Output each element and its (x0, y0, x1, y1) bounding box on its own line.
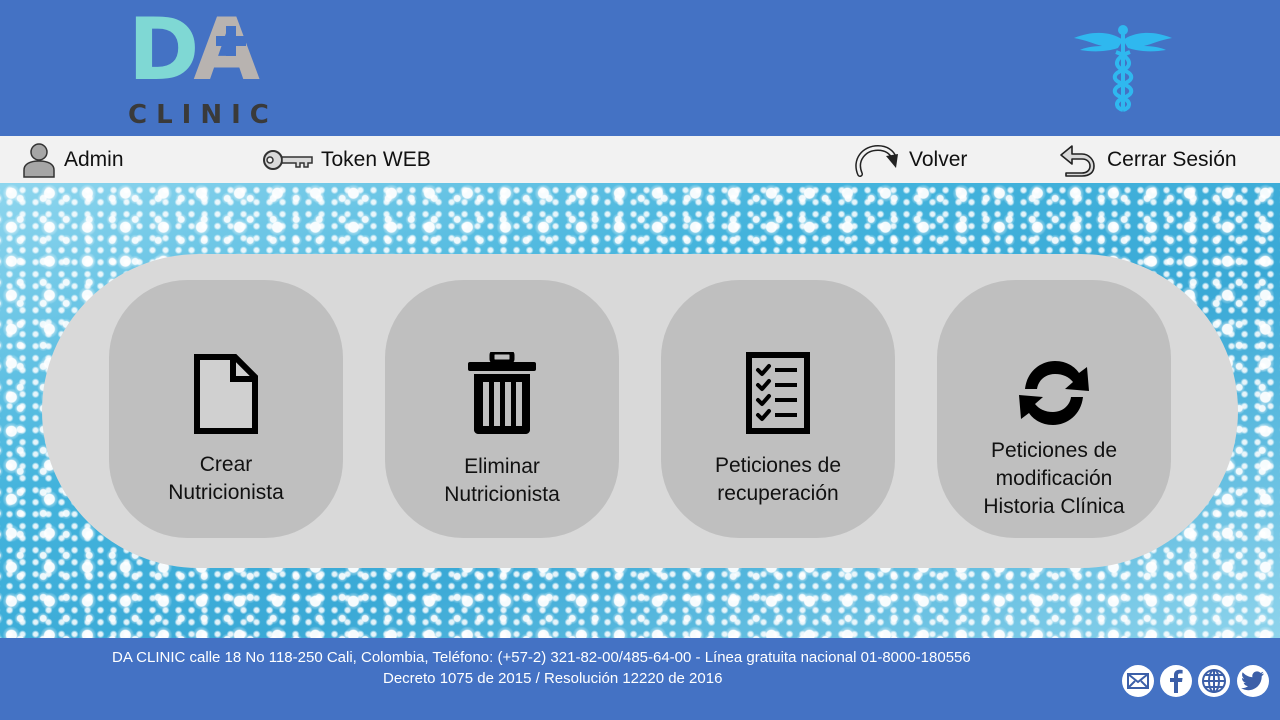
main-content: Crear Nutricionista Eliminar Nutricionis… (0, 183, 1280, 638)
logo-letter-d: D (128, 0, 199, 100)
web-globe-icon (1202, 669, 1226, 693)
peticiones-recuperacion-label: Peticiones de recuperación (714, 454, 842, 505)
twitter-icon (1241, 671, 1264, 691)
peticiones-modificacion-button[interactable]: Peticiones de modificación Historia Clín… (937, 280, 1171, 538)
logo-plus-icon (216, 26, 246, 56)
email-button[interactable] (1122, 665, 1154, 697)
peticiones-modificacion-label: Peticiones de modificación Historia Clín… (983, 439, 1125, 518)
web-button[interactable] (1198, 665, 1230, 697)
sync-icon (1019, 361, 1089, 425)
token-web-button[interactable]: Token WEB (262, 136, 431, 183)
facebook-icon (1170, 669, 1183, 693)
facebook-button[interactable] (1160, 665, 1192, 697)
user-icon (23, 142, 55, 178)
document-icon (194, 354, 258, 434)
logo-subtitle: CLINIC (128, 100, 278, 130)
token-web-label: Token WEB (321, 147, 431, 171)
footer-legal: Decreto 1075 de 2015 / Resolución 12220 … (383, 670, 723, 687)
admin-label: Admin (64, 147, 124, 171)
footer: DA CLINIC calle 18 No 118-250 Cali, Colo… (0, 638, 1280, 720)
cerrar-sesion-button[interactable]: Cerrar Sesión (1058, 136, 1237, 183)
cerrar-sesion-label: Cerrar Sesión (1107, 147, 1237, 171)
key-icon (263, 149, 313, 170)
checklist-icon (746, 352, 810, 434)
crear-nutricionista-button[interactable]: Crear Nutricionista (109, 280, 343, 538)
caduceus-icon (1074, 25, 1172, 112)
volver-label: Volver (909, 147, 968, 171)
trash-icon (468, 352, 536, 434)
peticiones-recuperacion-button[interactable]: Peticiones de recuperación (661, 280, 895, 538)
twitter-button[interactable] (1237, 665, 1269, 697)
eliminar-nutricionista-label: Eliminar Nutricionista (444, 455, 560, 506)
admin-button[interactable]: Admin (22, 136, 124, 183)
volver-button[interactable]: Volver (852, 136, 967, 183)
toolbar: Admin Token WEB Volver Cerrar Sesión (0, 136, 1280, 183)
email-icon (1127, 673, 1149, 689)
eliminar-nutricionista-button[interactable]: Eliminar Nutricionista (385, 280, 619, 538)
header: DA CLINIC (0, 0, 1280, 136)
redo-arrow-icon (855, 144, 898, 177)
return-arrow-icon (1060, 144, 1095, 177)
footer-address: DA CLINIC calle 18 No 118-250 Cali, Colo… (112, 649, 971, 666)
da-clinic-logo: DA CLINIC (128, 7, 274, 132)
crear-nutricionista-label: Crear Nutricionista (168, 453, 284, 504)
